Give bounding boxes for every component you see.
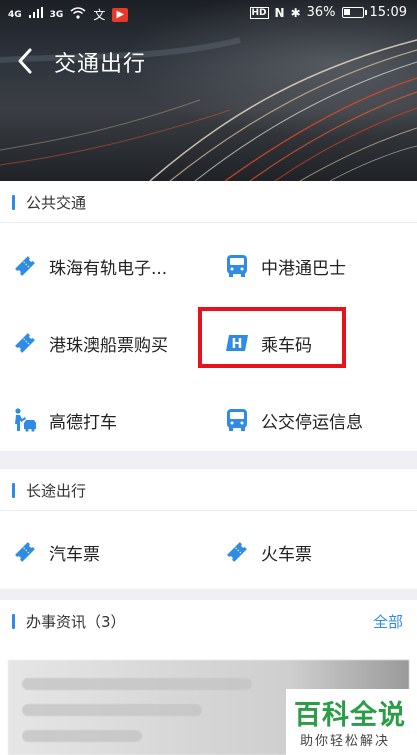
section-accent-bar [12, 195, 15, 210]
item-label: 汽车票 [49, 544, 100, 565]
status-bar: 4G 3G 文 ▶ HD N ✱ 36% 15:09 [0, 0, 417, 28]
taxi-person-icon [12, 407, 38, 433]
transit-item-ferry-ticket[interactable]: 港珠澳船票购买 [12, 323, 168, 363]
section-header: 长途出行 [0, 469, 417, 511]
section-title: 长途出行 [26, 482, 87, 500]
bus-icon [224, 407, 250, 433]
section-header: 公共交通 [0, 181, 417, 223]
status-time: 15:09 [369, 5, 407, 20]
item-label: 火车票 [261, 544, 312, 565]
signal-bars-icon [28, 7, 43, 22]
signal-4g-icon: 4G [8, 9, 22, 20]
section-title: 公共交通 [26, 194, 87, 212]
section-title: 办事资讯（3） [26, 613, 126, 631]
long-distance-section: 长途出行 汽车票 火车票 [0, 469, 417, 589]
section-accent-bar [12, 483, 15, 498]
view-all-link[interactable]: 全部 [373, 611, 403, 632]
nav-bar: 交通出行 [0, 40, 417, 84]
item-label: 高德打车 [49, 412, 117, 433]
transit-item-zhuhai-tram[interactable]: 珠海有轨电子... [12, 246, 167, 286]
blurred-text [22, 678, 252, 690]
item-label: 中港通巴士 [261, 258, 346, 279]
battery-icon [341, 7, 367, 18]
signal-3g-icon: 3G [49, 9, 64, 20]
ticket-icon [12, 253, 38, 279]
watermark-logo: 百科全说 助你轻松解决 [286, 689, 417, 755]
watermark-subtitle: 助你轻松解决 [300, 734, 391, 749]
item-label: 珠海有轨电子... [49, 258, 168, 279]
transit-item-amap-taxi[interactable]: 高德打车 [12, 400, 117, 440]
bluetooth-icon: ✱ [290, 5, 301, 20]
battery-percent: 36% [306, 5, 336, 20]
bus-icon [224, 253, 250, 279]
watermark-title: 百科全说 [294, 700, 406, 731]
hd-icon: HD [249, 6, 269, 19]
header-banner: 4G 3G 文 ▶ HD N ✱ 36% 15:09 交通出行 [0, 0, 417, 181]
long-distance-item-bus-ticket[interactable]: 汽车票 [12, 532, 100, 572]
transit-item-bus-suspension[interactable]: 公交停运信息 [224, 400, 363, 440]
app-notification-icon: ▶ [112, 7, 129, 22]
highlight-box [198, 307, 346, 368]
nfc-icon: N [274, 5, 285, 20]
section-accent-bar [12, 614, 15, 629]
chevron-left-icon [18, 48, 32, 74]
transit-item-hk-bus[interactable]: 中港通巴士 [224, 246, 346, 286]
blurred-text [22, 730, 142, 742]
page-title: 交通出行 [54, 52, 147, 77]
item-label: 公交停运信息 [261, 412, 363, 433]
long-distance-item-train-ticket[interactable]: 火车票 [224, 532, 312, 572]
blurred-text [22, 704, 202, 716]
ticket-icon [12, 539, 38, 565]
ticket-icon [12, 330, 38, 356]
item-label: 港珠澳船票购买 [49, 335, 168, 356]
message-icon: 文 [93, 8, 106, 22]
back-button[interactable] [12, 44, 40, 78]
wifi-icon [70, 6, 86, 23]
section-header: 办事资讯（3） 全部 [0, 600, 417, 642]
ticket-icon [224, 539, 250, 565]
